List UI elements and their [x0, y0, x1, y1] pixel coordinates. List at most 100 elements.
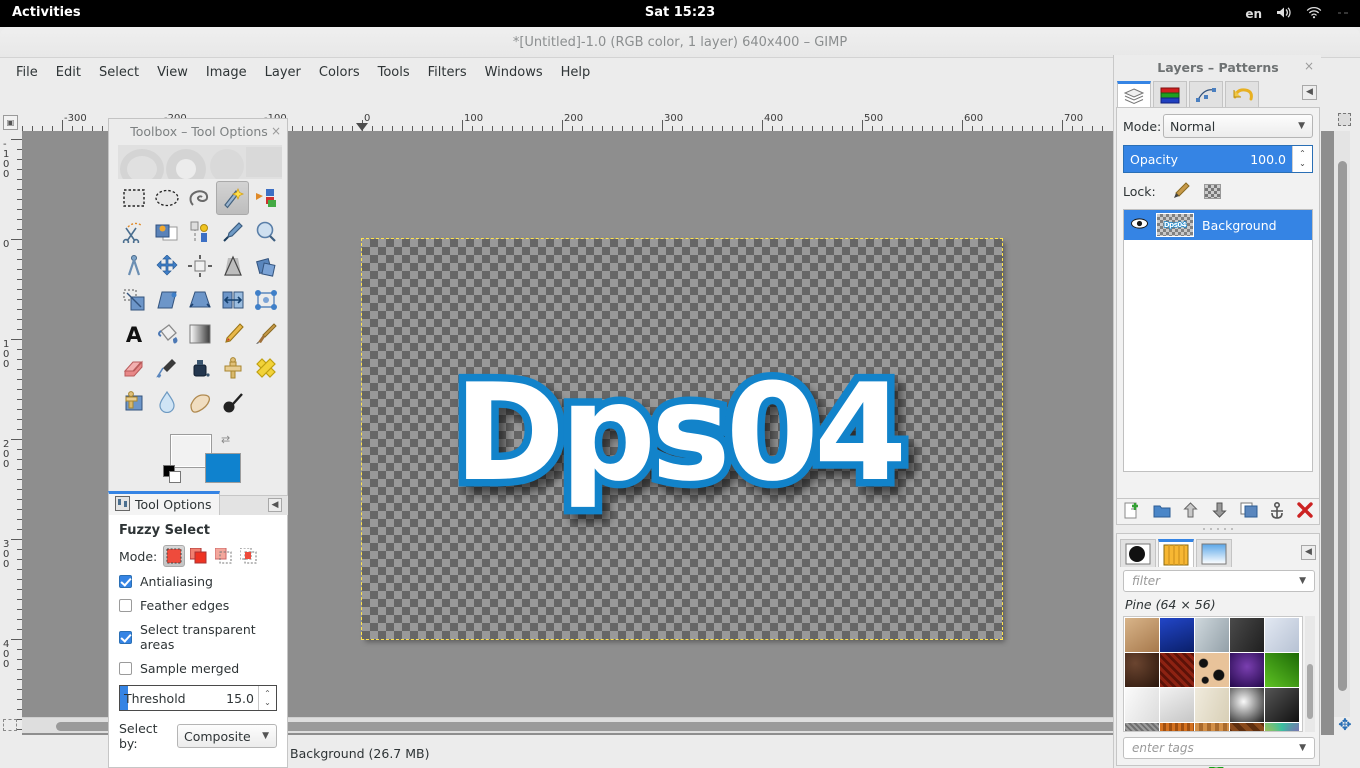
ink-icon[interactable] — [183, 351, 216, 385]
rect-select-icon[interactable] — [117, 181, 150, 215]
crop-icon[interactable] — [216, 249, 249, 283]
menu-filters[interactable]: Filters — [420, 62, 475, 83]
layer-name[interactable]: Background — [1202, 218, 1277, 233]
image-canvas[interactable]: Dps04 — [361, 238, 1003, 640]
close-icon[interactable]: × — [1304, 59, 1314, 73]
pattern-swatch[interactable] — [1230, 723, 1264, 731]
dock-separator[interactable] — [1116, 525, 1320, 533]
perspective-clone-icon[interactable] — [117, 385, 150, 419]
clock[interactable]: Sat 15:23 — [0, 5, 1360, 20]
gradients-tab[interactable] — [1196, 539, 1232, 567]
text-icon[interactable]: A — [117, 317, 150, 351]
pattern-swatch[interactable] — [1265, 723, 1299, 731]
pencil-icon[interactable] — [216, 317, 249, 351]
measure-icon[interactable] — [117, 249, 150, 283]
canvas-vertical-scrollbar[interactable] — [1334, 131, 1350, 717]
default-colors-icon[interactable] — [163, 465, 181, 483]
collapse-icon[interactable]: ◀ — [1301, 545, 1316, 560]
mode-replace-button[interactable] — [163, 545, 186, 567]
menu-layer[interactable]: Layer — [257, 62, 309, 83]
eraser-icon[interactable] — [117, 351, 150, 385]
swap-colors-icon[interactable]: ⇄ — [221, 433, 230, 446]
pattern-swatch[interactable] — [1125, 688, 1159, 722]
chevron-down-icon[interactable]: ▼ — [1299, 576, 1306, 586]
pattern-swatch[interactable] — [1265, 653, 1299, 687]
close-icon[interactable]: × — [271, 124, 281, 138]
pattern-grid[interactable] — [1123, 616, 1303, 732]
opacity-value[interactable]: 100.0 — [1250, 152, 1286, 167]
select-by-dropdown[interactable]: Composite ▼ — [177, 724, 277, 748]
alignment-icon[interactable] — [183, 249, 216, 283]
pattern-swatch[interactable] — [1125, 653, 1159, 687]
chevron-down-icon[interactable]: ▼ — [1299, 743, 1306, 753]
pattern-filter-input[interactable]: filter ▼ — [1123, 570, 1315, 592]
zoom-icon[interactable] — [249, 215, 282, 249]
gradient-icon[interactable] — [183, 317, 216, 351]
menu-image[interactable]: Image — [198, 62, 255, 83]
pattern-tags-input[interactable]: enter tags ▼ — [1123, 737, 1315, 759]
cage-transform-icon[interactable] — [249, 283, 282, 317]
select-transparent-areas-row[interactable]: Select transparent areas — [119, 622, 277, 652]
new-layer-group-button[interactable] — [1153, 503, 1171, 521]
antialiasing-row[interactable]: Antialiasing — [119, 574, 277, 589]
layer-mode-dropdown[interactable]: Normal ▼ — [1163, 114, 1313, 138]
threshold-slider[interactable]: Threshold 15.0 ⌃ ⌄ — [119, 685, 277, 711]
shear-icon[interactable] — [150, 283, 183, 317]
dodge-burn-icon[interactable] — [216, 385, 249, 419]
clone-icon[interactable] — [216, 351, 249, 385]
menu-edit[interactable]: Edit — [48, 62, 89, 83]
perspective-icon[interactable] — [183, 283, 216, 317]
delete-layer-button[interactable] — [1297, 502, 1313, 521]
lower-layer-button[interactable] — [1211, 502, 1228, 521]
blur-sharpen-icon[interactable] — [150, 385, 183, 419]
threshold-spinner[interactable]: ⌃ ⌄ — [258, 686, 276, 710]
pattern-swatch[interactable] — [1125, 618, 1159, 652]
layer-row-background[interactable]: Dps04 Background — [1124, 210, 1312, 240]
threshold-value[interactable]: 15.0 — [226, 691, 254, 706]
keyboard-language-indicator[interactable]: en — [1245, 7, 1262, 21]
tab-tool-options[interactable]: Tool Options — [108, 491, 220, 515]
menu-colors[interactable]: Colors — [311, 62, 368, 83]
navigation-icon[interactable]: ✥ — [1336, 717, 1354, 735]
opacity-slider[interactable]: Opacity 100.0 ⌃ ⌄ — [1123, 145, 1313, 173]
airbrush-icon[interactable] — [150, 351, 183, 385]
undo-history-tab[interactable] — [1225, 81, 1259, 107]
duplicate-layer-button[interactable] — [1240, 502, 1258, 521]
wifi-icon[interactable] — [1306, 6, 1322, 22]
pattern-swatch[interactable] — [1195, 618, 1229, 652]
feather-edges-row[interactable]: Feather edges — [119, 598, 277, 613]
pattern-swatch[interactable] — [1265, 688, 1299, 722]
brushes-tab[interactable] — [1120, 539, 1156, 567]
pattern-swatch[interactable] — [1265, 618, 1299, 652]
collapse-icon[interactable]: ◀ — [268, 498, 282, 512]
menu-file[interactable]: File — [8, 62, 46, 83]
menu-tools[interactable]: Tools — [370, 62, 418, 83]
menu-select[interactable]: Select — [91, 62, 147, 83]
lock-pixels-icon[interactable] — [1170, 182, 1190, 201]
background-color-swatch[interactable] — [205, 453, 241, 483]
select-by-color-icon[interactable] — [249, 181, 282, 215]
feather-edges-checkbox[interactable] — [119, 599, 132, 612]
patterns-tab[interactable] — [1158, 539, 1194, 567]
opacity-spinner[interactable]: ⌃ ⌄ — [1292, 146, 1312, 172]
raise-layer-button[interactable] — [1182, 502, 1199, 521]
heal-icon[interactable] — [249, 351, 282, 385]
new-layer-button[interactable] — [1123, 502, 1141, 522]
pattern-swatch[interactable] — [1160, 653, 1194, 687]
scale-icon[interactable] — [117, 283, 150, 317]
pattern-swatch[interactable] — [1160, 723, 1194, 731]
anchor-layer-button[interactable] — [1269, 501, 1285, 522]
vertical-ruler[interactable]: -1000100200300400500 — [2, 131, 22, 735]
menu-windows[interactable]: Windows — [477, 62, 551, 83]
collapse-icon[interactable]: ◀ — [1302, 85, 1317, 100]
pattern-swatch[interactable] — [1160, 688, 1194, 722]
paintbrush-icon[interactable] — [249, 317, 282, 351]
fuzzy-select-icon[interactable] — [216, 181, 249, 215]
sample-merged-checkbox[interactable] — [119, 662, 132, 675]
pattern-swatch[interactable] — [1230, 653, 1264, 687]
foreground-select-icon[interactable] — [150, 215, 183, 249]
pattern-grid-scrollbar[interactable] — [1305, 616, 1315, 732]
lock-alpha-icon[interactable] — [1203, 184, 1221, 199]
scissors-select-icon[interactable] — [117, 215, 150, 249]
mode-intersect-button[interactable] — [238, 545, 260, 567]
